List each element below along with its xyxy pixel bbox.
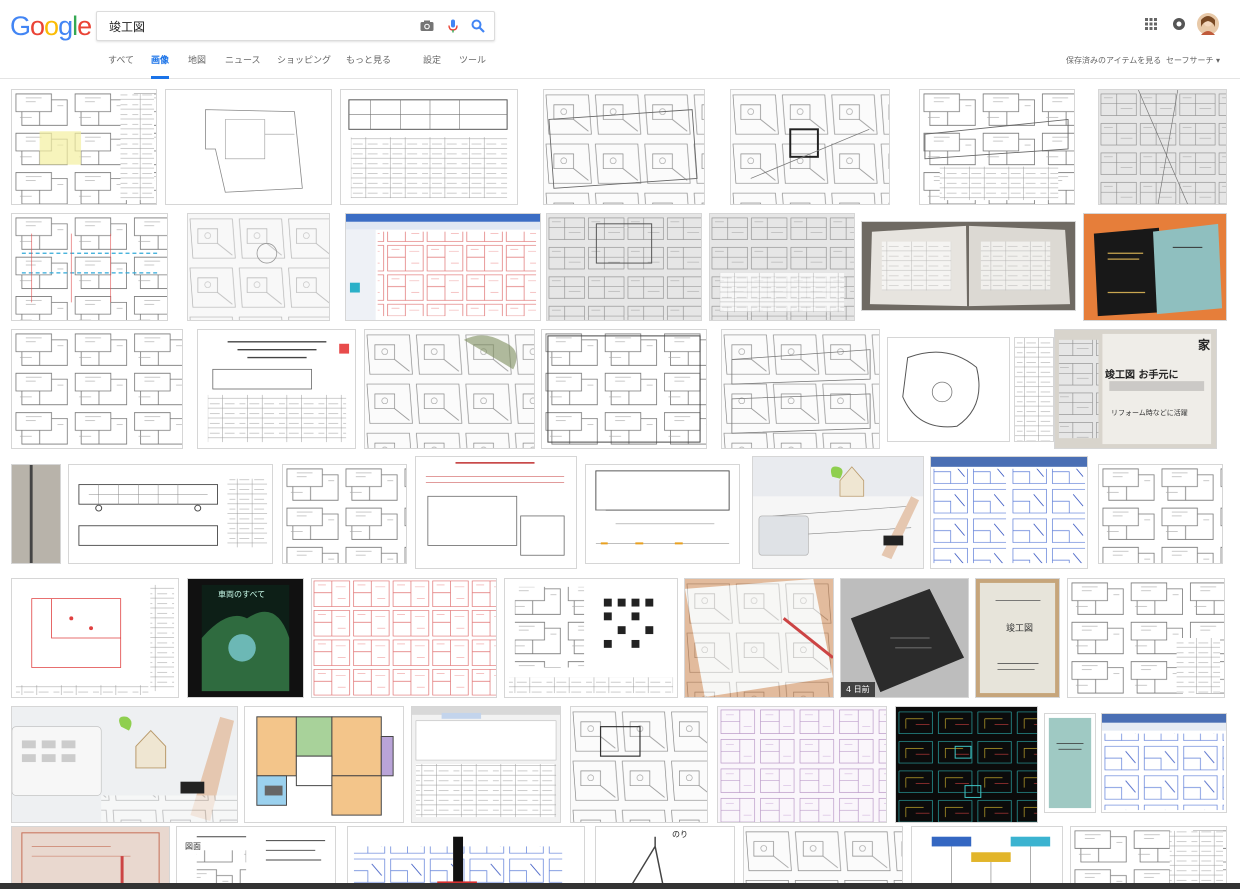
tab-more[interactable]: もっと見る [346,54,391,76]
thumb-caption-completion: 竣工図 [1006,624,1034,634]
image-result-49[interactable] [347,826,585,889]
notifications-icon[interactable] [1172,16,1186,35]
image-result-25[interactable] [282,464,407,564]
camera-icon[interactable] [419,18,435,34]
image-result-48[interactable]: 図面 [176,826,336,889]
image-result-8[interactable] [11,213,168,321]
image-result-53[interactable] [1070,826,1227,889]
image-result-5[interactable] [730,89,890,205]
tab-tools[interactable]: ツール [459,54,486,76]
tab-all[interactable]: すべて [108,54,134,76]
image-result-29[interactable] [930,456,1088,569]
thumb-caption-main: 竣工図 お手元に [1105,370,1179,381]
search-icon[interactable] [470,18,486,34]
image-result-26[interactable] [415,456,577,569]
image-result-51[interactable] [743,826,903,889]
image-result-50[interactable]: のり [595,826,735,889]
apps-grid-icon[interactable] [1144,16,1158,35]
saved-items-link[interactable]: 保存済みのアイテムを見る [1066,54,1161,68]
thumb-caption-home: 家 [1197,338,1210,352]
image-result-21[interactable] [1014,337,1054,442]
image-result-44[interactable] [895,706,1038,823]
image-result-41[interactable] [411,706,561,823]
image-result-14[interactable] [1083,213,1227,321]
image-result-22[interactable]: 家 竣工図 お手元に リフォーム時などに活躍 [1054,329,1217,449]
image-result-33[interactable] [311,578,497,698]
image-result-12[interactable] [709,213,855,321]
image-result-17[interactable] [364,329,535,449]
image-result-32[interactable]: 車両のすべて [187,578,304,698]
tab-shopping[interactable]: ショッピング [277,54,331,76]
image-result-6[interactable] [919,89,1075,205]
image-result-19[interactable] [721,329,880,449]
image-result-36[interactable]: 4 日前 [840,578,969,698]
image-result-23[interactable] [11,464,61,564]
tab-maps[interactable]: 地図 [188,54,206,76]
image-result-34[interactable] [504,578,678,698]
search-box[interactable] [96,11,495,41]
image-result-9[interactable] [187,213,330,321]
search-input[interactable] [107,15,411,37]
mic-icon[interactable] [445,18,461,34]
image-result-10[interactable] [345,213,541,321]
image-result-11[interactable] [546,213,702,321]
image-result-52[interactable] [911,826,1063,889]
header: Google すべて 画像 地図 ニュース ショッピング もっと見る 設定 ツー… [0,0,1240,79]
thumb-caption-drawing: 図面 [185,842,201,851]
logo-letter-o1[interactable]: o [30,11,45,41]
logo-letter-g2[interactable]: g [58,11,73,41]
image-result-27[interactable] [585,464,740,564]
logo-letter-g[interactable]: G [10,11,31,41]
image-result-42[interactable] [570,706,708,823]
image-result-24[interactable] [68,464,273,564]
image-result-16[interactable] [197,329,356,449]
thumb-caption-glue: のり [672,830,688,839]
image-result-30[interactable] [1098,464,1223,564]
bottom-edge [0,883,1240,889]
image-result-13[interactable] [861,221,1076,311]
image-result-4[interactable] [543,89,705,205]
tab-images[interactable]: 画像 [151,54,170,79]
image-result-35[interactable] [684,578,834,698]
image-result-2[interactable] [165,89,332,205]
image-result-39[interactable] [11,706,238,823]
user-avatar[interactable] [1197,13,1219,39]
image-result-37[interactable]: 竣工図 [975,578,1060,698]
image-result-40[interactable] [244,706,404,823]
image-result-47[interactable] [11,826,170,889]
image-results-grid: 家 竣工図 お手元に リフォーム時などに活躍 車両のすべて 4 日前 竣工図 図… [0,79,1240,889]
image-result-31[interactable] [11,578,179,698]
thumb-caption-sub: リフォーム時などに活躍 [1111,409,1188,417]
image-result-7[interactable] [1098,89,1227,205]
safesearch-dropdown[interactable]: セーフサーチ ▾ [1166,54,1220,68]
image-result-18[interactable] [541,329,707,449]
image-result-28[interactable] [752,456,924,569]
image-result-43[interactable] [717,706,887,823]
image-result-46[interactable] [1101,713,1227,813]
logo-letter-o2[interactable]: o [44,11,59,41]
image-result-3[interactable] [340,89,518,205]
time-badge: 4 日前 [841,682,875,697]
logo-letter-e[interactable]: e [77,11,92,41]
tab-settings[interactable]: 設定 [423,54,441,76]
image-result-38[interactable] [1067,578,1225,698]
image-result-1[interactable] [11,89,157,205]
image-result-45[interactable] [1044,713,1096,813]
thumb-caption-vehicle: 車両のすべて [218,590,266,599]
tab-news[interactable]: ニュース [225,54,261,76]
image-result-20[interactable] [887,337,1010,442]
google-logo[interactable]: Google [10,9,92,43]
image-result-15[interactable] [11,329,183,449]
